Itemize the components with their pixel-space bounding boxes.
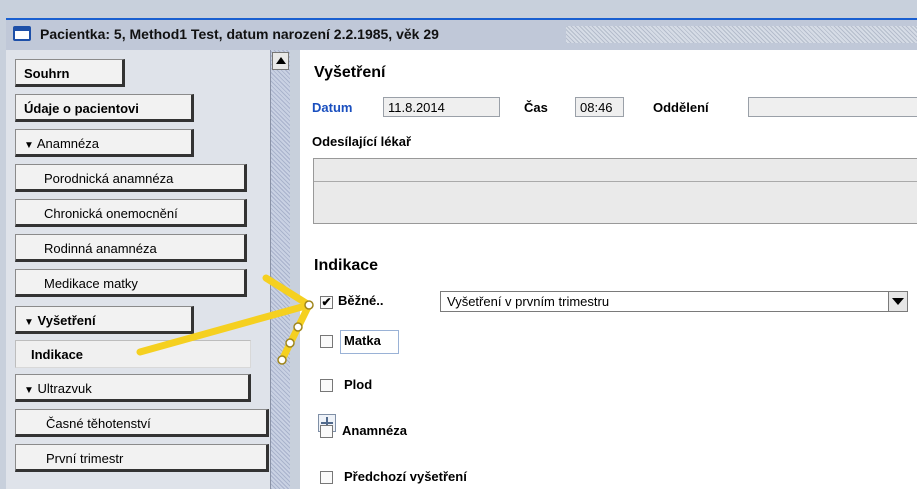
- nav-scrollbar[interactable]: [270, 50, 290, 489]
- nav-label: Porodnická anamnéza: [44, 171, 174, 186]
- nav-porodnicka-anamneza[interactable]: Porodnická anamnéza: [15, 164, 247, 192]
- nav-label: Souhrn: [24, 66, 70, 81]
- nav-prvni-trimestr[interactable]: První trimestr: [15, 444, 269, 472]
- nav-label: Rodinná anamnéza: [44, 241, 157, 256]
- cas-label: Čas: [524, 100, 548, 115]
- triangle-down-icon: ▼: [24, 317, 34, 328]
- nav-label: Indikace: [31, 347, 84, 362]
- nav-souhrn[interactable]: Souhrn: [15, 59, 125, 87]
- nav-ultrazvuk[interactable]: ▼ Ultrazvuk: [15, 374, 251, 402]
- indikace-dropdown[interactable]: Vyšetření v prvním trimestru: [440, 291, 908, 312]
- nav-chronicka-onemocneni[interactable]: Chronická onemocnění: [15, 199, 247, 227]
- nav-medikace-matky[interactable]: Medikace matky: [15, 269, 247, 297]
- nav-label: První trimestr: [46, 451, 124, 466]
- datum-label: Datum: [312, 100, 353, 115]
- nav-udaje-o-pacientovi[interactable]: Údaje o pacientovi: [15, 94, 194, 122]
- window-title: Pacientka: 5, Method1 Test, datum naroze…: [40, 26, 439, 42]
- indikace-heading: Indikace: [314, 257, 379, 274]
- nav-vysetreni[interactable]: ▼ Vyšetření: [15, 306, 194, 334]
- triangle-down-icon: ▼: [24, 140, 34, 151]
- nav-label: Medikace matky: [44, 276, 138, 291]
- matka-checkbox[interactable]: [320, 335, 333, 348]
- nav-label: Chronická onemocnění: [44, 206, 178, 221]
- plod-label: Plod: [344, 377, 373, 392]
- chevron-down-icon[interactable]: [888, 292, 907, 311]
- cas-field[interactable]: 08:46: [575, 97, 624, 117]
- plod-checkbox[interactable]: [320, 379, 333, 392]
- navigation-panel: Souhrn Údaje o pacientovi ▼ Anamnéza Por…: [6, 50, 270, 489]
- odesilajici-lekar-label: Odesílající lékař: [312, 134, 412, 149]
- predchozi-vysetreni-label: Předchozí vyšetření: [344, 469, 467, 484]
- oddeleni-label: Oddělení: [653, 100, 709, 115]
- anamneza-checkbox[interactable]: [320, 425, 333, 438]
- dropdown-value: Vyšetření v prvním trimestru: [447, 294, 610, 309]
- nav-indikace[interactable]: Indikace: [15, 340, 251, 368]
- triangle-down-icon: ▼: [24, 385, 34, 396]
- scroll-up-arrow-icon[interactable]: [272, 52, 289, 70]
- oddeleni-field[interactable]: [748, 97, 917, 117]
- bezne-checkbox[interactable]: ✔: [320, 296, 333, 309]
- titlebar-pattern: [566, 26, 917, 43]
- predchozi-vysetreni-checkbox[interactable]: [320, 471, 333, 484]
- field-divider: [314, 181, 917, 182]
- nav-rodinna-anamneza[interactable]: Rodinná anamnéza: [15, 234, 247, 262]
- nav-casne-tehotenstvi[interactable]: Časné těhotenství: [15, 409, 269, 437]
- nav-label: Ultrazvuk: [37, 381, 92, 396]
- nav-anamneza[interactable]: ▼ Anamnéza: [15, 129, 194, 157]
- matka-label: Matka: [344, 333, 381, 348]
- window-titlebar: Pacientka: 5, Method1 Test, datum naroze…: [6, 18, 917, 50]
- nav-label: Údaje o pacientovi: [24, 101, 139, 116]
- nav-label: Anamnéza: [36, 136, 99, 151]
- nav-label: Časné těhotenství: [46, 416, 151, 431]
- window-icon: [13, 26, 31, 41]
- anamneza-label: Anamnéza: [342, 423, 408, 438]
- odesilajici-lekar-field[interactable]: [313, 158, 917, 224]
- nav-label: Vyšetření: [37, 313, 96, 328]
- datum-field[interactable]: 11.8.2014: [383, 97, 500, 117]
- content-panel: Vyšetření Datum 11.8.2014 Čas 08:46 Oddě…: [300, 50, 917, 489]
- bezne-label: Běžné..: [338, 293, 384, 308]
- exam-heading: Vyšetření: [314, 64, 386, 81]
